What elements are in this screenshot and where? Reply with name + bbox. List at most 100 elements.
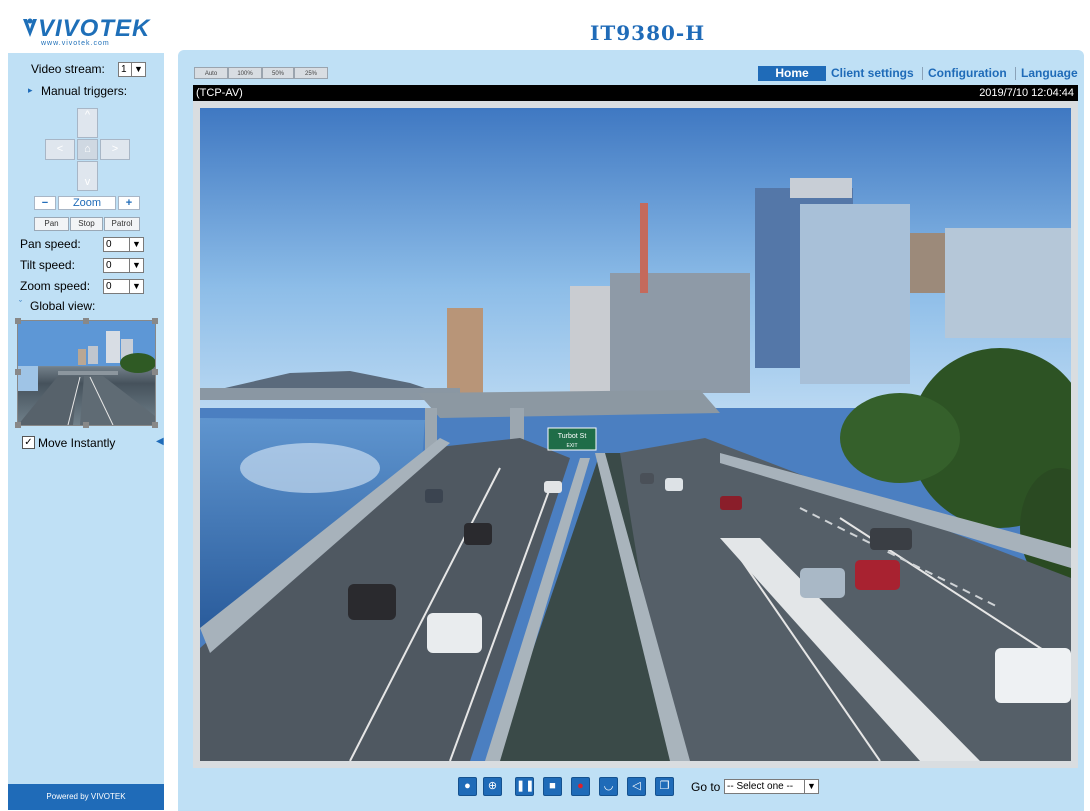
view-size-100-label: 100%: [237, 71, 253, 77]
arrow-up-icon: ^: [84, 109, 91, 121]
video-stream-value: 1: [121, 64, 127, 75]
stop-stream-button[interactable]: ■: [543, 777, 562, 796]
nav-configuration[interactable]: Configuration: [928, 66, 1007, 81]
arrow-down-icon: v: [84, 176, 91, 188]
pan-speed-select[interactable]: 0 ▼: [103, 237, 144, 252]
stop-button-label: Stop: [78, 219, 95, 228]
powered-by-footer: Powered by VIVOTEK: [8, 784, 164, 810]
vivotek-logo[interactable]: VIVOTEK www.vivotek.com: [8, 5, 164, 53]
chevron-down-icon: ▼: [129, 280, 143, 293]
home-position-button[interactable]: ⌂: [77, 139, 98, 160]
tilt-speed-select[interactable]: 0 ▼: [103, 258, 144, 273]
arrow-left-icon: <: [56, 143, 64, 155]
stop-button[interactable]: Stop: [70, 217, 103, 231]
logo-text: VIVOTEK: [38, 15, 151, 42]
video-stream-label: Video stream:: [31, 62, 105, 76]
pause-icon: ❚❚: [516, 780, 535, 792]
stream-timestamp: 2019/7/10 12:04:44: [979, 87, 1074, 99]
arrow-right-icon: >: [111, 143, 119, 155]
global-view-image: [18, 321, 156, 426]
resize-handle[interactable]: [83, 422, 89, 428]
resize-handle[interactable]: [152, 369, 158, 375]
zoom-out-button[interactable]: −: [34, 196, 56, 210]
nav-separator: [1015, 67, 1016, 80]
plus-icon: +: [125, 197, 133, 209]
patrol-button-label: Patrol: [111, 219, 133, 228]
nav-home[interactable]: Home: [758, 66, 826, 81]
nav-separator: [922, 67, 923, 80]
speaker-volume-icon: ◡: [603, 780, 614, 792]
page-title: IT9380-H: [590, 21, 706, 45]
pan-speed-value: 0: [106, 239, 112, 250]
mute-button[interactable]: ◁: [627, 777, 646, 796]
resize-handle[interactable]: [15, 369, 21, 375]
record-button[interactable]: ●: [571, 777, 590, 796]
resize-handle[interactable]: [83, 318, 89, 324]
global-view-toggle[interactable]: Global view:: [30, 299, 95, 313]
pan-button-label: Pan: [44, 219, 59, 228]
goto-label: Go to: [691, 780, 721, 794]
pan-left-button[interactable]: <: [45, 139, 75, 160]
global-view-thumbnail[interactable]: [15, 318, 158, 428]
zoom-speed-select[interactable]: 0 ▼: [103, 279, 144, 294]
nav-language[interactable]: Language: [1021, 66, 1078, 81]
view-size-50-button[interactable]: 50%: [262, 67, 294, 79]
pan-speed-label: Pan speed:: [20, 237, 81, 251]
volume-button[interactable]: ◡: [599, 777, 618, 796]
minus-icon: −: [41, 197, 49, 209]
stream-info-bar: (TCP-AV) 2019/7/10 12:04:44: [193, 85, 1078, 101]
logo-subtitle: www.vivotek.com: [41, 40, 110, 47]
fullscreen-button[interactable]: ❐: [655, 777, 674, 796]
goto-preset-select[interactable]: -- Select one -- ▼: [724, 779, 819, 794]
collapse-arrow-icon[interactable]: ˇ: [19, 299, 22, 309]
tilt-up-button[interactable]: ^: [77, 108, 98, 138]
expand-arrow-icon[interactable]: ▸: [28, 85, 33, 96]
fullscreen-icon: ❐: [659, 780, 670, 792]
nav-client-settings[interactable]: Client settings: [831, 66, 914, 81]
view-size-50-label: 50%: [271, 71, 284, 77]
chevron-down-icon: ▼: [129, 238, 143, 251]
camera-icon: ●: [464, 780, 471, 792]
home-icon: ⌂: [84, 143, 91, 155]
vivotek-logo-mark-icon: [23, 18, 37, 37]
manual-triggers-link[interactable]: Manual triggers:: [41, 84, 127, 98]
resize-handle[interactable]: [15, 422, 21, 428]
zoom-label-text: Zoom: [72, 197, 102, 209]
chevron-down-icon: ▼: [804, 780, 818, 793]
patrol-button[interactable]: Patrol: [104, 217, 140, 231]
view-size-auto-button[interactable]: Auto: [194, 67, 228, 79]
video-stream-select[interactable]: 1 ▼: [118, 62, 146, 77]
record-icon: ●: [577, 780, 584, 792]
view-size-25-button[interactable]: 25%: [294, 67, 328, 79]
resize-handle[interactable]: [15, 318, 21, 324]
checkmark-icon: ✓: [24, 437, 33, 448]
zoom-speed-label: Zoom speed:: [20, 279, 91, 293]
road-sign-line-2: EXIT: [566, 443, 577, 449]
move-instantly-checkbox[interactable]: ✓: [22, 436, 35, 449]
powered-by-text: Powered by VIVOTEK: [46, 792, 126, 801]
pause-button[interactable]: ❚❚: [515, 777, 534, 796]
chevron-down-icon: ▼: [131, 63, 145, 76]
tilt-speed-value: 0: [106, 260, 112, 271]
speaker-icon: ◁: [632, 780, 641, 792]
view-size-100-button[interactable]: 100%: [228, 67, 262, 79]
live-video-image: Turbot St EXIT: [200, 108, 1071, 761]
view-size-auto-label: Auto: [204, 71, 218, 77]
chevron-down-icon: ▼: [129, 259, 143, 272]
stream-protocol: (TCP-AV): [196, 87, 243, 99]
pan-button[interactable]: Pan: [34, 217, 69, 231]
zoom-in-icon: ⊕: [487, 780, 498, 792]
resize-handle[interactable]: [152, 318, 158, 324]
collapse-sidebar-icon[interactable]: ◀: [156, 436, 164, 447]
move-instantly-label: Move Instantly: [38, 436, 116, 450]
snapshot-button[interactable]: ●: [458, 777, 477, 796]
goto-preset-value: -- Select one --: [727, 781, 794, 792]
zoom-speed-value: 0: [106, 281, 112, 292]
view-size-25-label: 25%: [304, 71, 317, 77]
live-video-frame[interactable]: Turbot St EXIT: [193, 101, 1078, 768]
resize-handle[interactable]: [152, 422, 158, 428]
zoom-in-button[interactable]: +: [118, 196, 140, 210]
digital-zoom-button[interactable]: ⊕: [483, 777, 502, 796]
tilt-down-button[interactable]: v: [77, 161, 98, 191]
pan-right-button[interactable]: >: [100, 139, 130, 160]
